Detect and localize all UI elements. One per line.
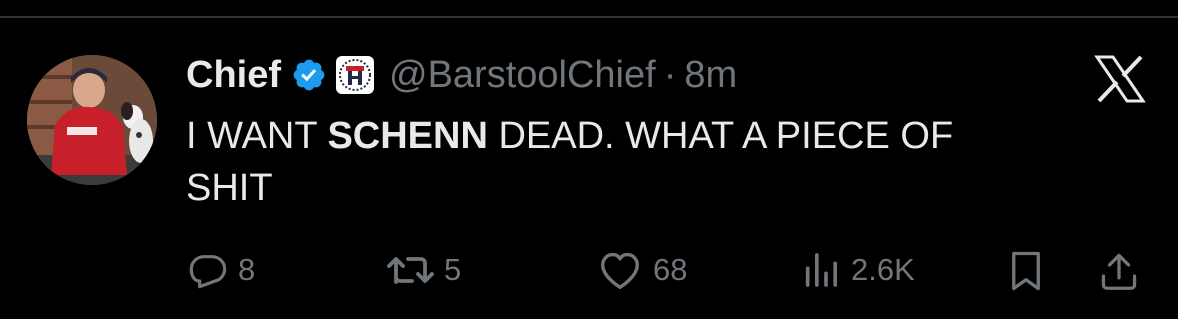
tweet-text-part-2: DEAD. WHAT A PIECE OF: [487, 115, 954, 157]
views-count: 2.6K: [851, 252, 915, 287]
tweet-text-line-1: I WANT SCHENN DEAD. WHAT A PIECE OF: [186, 110, 1086, 162]
reply-button[interactable]: 8: [188, 250, 255, 290]
retweet-button[interactable]: 5: [386, 250, 461, 290]
reply-count: 8: [238, 252, 256, 287]
bookmark-button[interactable]: [1008, 250, 1044, 292]
retweet-count: 5: [444, 252, 462, 287]
timestamp[interactable]: 8m: [684, 54, 737, 97]
retweet-icon: [387, 257, 434, 284]
tweet-text-line-2: SHIT: [186, 167, 273, 209]
top-divider: [0, 16, 1178, 18]
like-button[interactable]: 68: [597, 250, 687, 290]
separator-dot: ·: [663, 53, 677, 96]
tweet-text: I WANT SCHENN DEAD. WHAT A PIECE OF SHIT: [186, 110, 1086, 214]
views-icon: [805, 253, 837, 287]
barstool-affiliate-icon[interactable]: [335, 55, 375, 95]
like-count: 68: [653, 252, 688, 287]
reply-icon: [189, 255, 227, 289]
tweet-text-part-1: I WANT: [186, 115, 328, 157]
close-icon[interactable]: [1093, 55, 1147, 103]
author-name[interactable]: Chief: [186, 54, 281, 97]
author-handle[interactable]: @BarstoolChief: [389, 54, 656, 97]
like-icon: [600, 252, 639, 289]
share-button[interactable]: [1100, 250, 1138, 292]
tweet-header: Chief @BarstoolChief · 8m: [186, 52, 737, 98]
verified-badge-icon: [291, 57, 327, 93]
bookmark-icon: [1012, 251, 1040, 291]
action-bar: 8 5 68 2.6K: [0, 250, 1178, 294]
avatar-photo: [27, 55, 157, 185]
views-button[interactable]: 2.6K: [801, 250, 915, 290]
share-icon: [1101, 253, 1137, 290]
avatar[interactable]: [27, 55, 157, 185]
tweet-text-bold: SCHENN: [327, 115, 488, 157]
